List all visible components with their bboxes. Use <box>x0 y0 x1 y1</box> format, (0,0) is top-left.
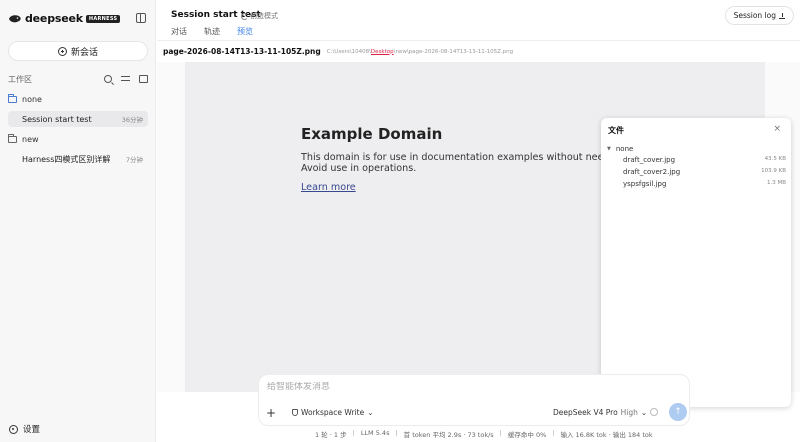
session-item-session-start-test[interactable]: Session start test 36分钟 <box>8 111 148 127</box>
cycle-icon <box>241 12 248 20</box>
path-suffix: \new\page-2026-08-14T13-13-11-105Z.png <box>393 48 514 55</box>
brand-badge: HARNESS <box>85 14 121 23</box>
plus-circle-icon <box>57 46 67 56</box>
brand-name: deepseek <box>25 12 83 25</box>
file-name: draft_cover.jpg <box>623 156 676 164</box>
download-icon <box>779 12 785 19</box>
status-separator: | <box>499 429 502 437</box>
tab-bar: 对话 轨迹 预览 <box>171 26 253 41</box>
main-header: Session start test 创造模式 对话 轨迹 预览 Session… <box>157 0 800 41</box>
folder-label: new <box>22 135 39 144</box>
close-icon[interactable]: × <box>773 124 781 134</box>
model-select[interactable]: DeepSeek V4 Pro High ⌄ <box>553 408 647 417</box>
session-log-label: Session log <box>733 11 776 20</box>
workspace-folder-none[interactable]: none <box>8 94 42 104</box>
workspace-label: 工作区 <box>8 74 32 84</box>
status-bar: 1 轮 · 1 步 | LLM 5.4s | 首 token 平均 2.9s ·… <box>315 429 653 439</box>
shield-icon <box>292 409 298 416</box>
preview-file-name: page-2026-08-14T13-13-11-105Z.png <box>163 47 321 56</box>
session-age: 36分钟 <box>121 116 143 124</box>
files-folder-label: none <box>615 145 634 153</box>
model-level: High <box>620 408 638 417</box>
chevron-down-icon: ⌄ <box>640 408 648 417</box>
message-composer: + Workspace Write ⌄ DeepSeek V4 Pro High… <box>258 374 690 426</box>
workspace-folder-new[interactable]: new <box>8 134 39 144</box>
file-size: 1.3 MB <box>766 180 786 186</box>
files-panel-title: 文件 <box>608 126 624 135</box>
file-name: yspsfgsil.jpg <box>623 180 667 188</box>
status-separator: | <box>352 429 355 437</box>
tab-preview[interactable]: 预览 <box>237 26 253 41</box>
preview-page-paragraph: This domain is for use in documentation … <box>301 152 639 174</box>
status-token: 首 token 平均 2.9s · 73 tok/s <box>403 431 494 439</box>
file-item[interactable]: draft_cover2.jpg 103.9 KB <box>623 168 786 176</box>
whale-logo-icon <box>9 14 21 22</box>
mode-tag[interactable]: 创造模式 <box>241 11 278 21</box>
session-name: Harness四模式区别详解 <box>22 154 111 164</box>
settings-label: 设置 <box>23 425 41 435</box>
new-chat-button[interactable]: 新会话 <box>8 41 148 61</box>
path-highlight: Desktop <box>370 48 394 55</box>
session-item-harness-modes[interactable]: Harness四模式区别详解 7分钟 <box>8 151 148 167</box>
add-attachment-button[interactable]: + <box>266 407 276 419</box>
model-name: DeepSeek V4 Pro <box>553 408 618 417</box>
settings-button[interactable]: 设置 <box>9 423 40 435</box>
session-log-button[interactable]: Session log <box>724 6 794 25</box>
paragraph-line-2: Avoid use in operations. <box>301 163 417 174</box>
send-button[interactable]: ↑ <box>669 403 687 421</box>
workspace-header: 工作区 <box>8 73 148 85</box>
caret-down-icon: ▼ <box>607 146 611 152</box>
file-size: 103.9 KB <box>761 168 786 174</box>
folder-icon <box>8 134 17 143</box>
search-icon[interactable] <box>104 75 112 83</box>
status-turns: 1 轮 · 1 步 <box>315 431 347 439</box>
preview-file-bar: page-2026-08-14T13-13-11-105Z.png C:\Use… <box>157 40 800 62</box>
mode-tag-label: 创造模式 <box>250 12 278 20</box>
sidebar-toggle-icon[interactable] <box>136 13 146 23</box>
brand-logo[interactable]: deepseek HARNESS <box>8 12 121 25</box>
status-llm: LLM 5.4s <box>360 429 390 437</box>
new-chat-label: 新会话 <box>70 47 98 58</box>
new-folder-icon[interactable] <box>139 75 148 83</box>
status-cache: 缓存命中 0% <box>507 431 547 439</box>
preview-page-title: Example Domain <box>301 125 443 143</box>
tab-trace[interactable]: 轨迹 <box>204 26 220 41</box>
folder-label: none <box>22 95 42 104</box>
preview-page-link: Learn more <box>301 182 356 193</box>
files-panel: 文件 × ▼ none draft_cover.jpg 43.5 KB draf… <box>601 118 791 407</box>
tab-chat[interactable]: 对话 <box>171 26 187 41</box>
session-age: 7分钟 <box>125 156 143 164</box>
message-input[interactable] <box>267 382 677 392</box>
stop-icon[interactable] <box>650 408 658 416</box>
sidebar: deepseek HARNESS 新会话 工作区 none Session st… <box>0 0 156 442</box>
preview-file-path: C:\Users\10408\Desktop\new\page-2026-08-… <box>327 49 513 55</box>
filter-sliders-icon[interactable] <box>121 75 130 83</box>
permission-mode-label: Workspace Write <box>301 408 365 417</box>
status-separator: | <box>395 429 398 437</box>
session-name: Session start test <box>22 114 92 124</box>
file-item[interactable]: yspsfgsil.jpg 1.3 MB <box>623 180 786 188</box>
permission-mode-select[interactable]: Workspace Write ⌄ <box>292 408 373 417</box>
files-folder-none[interactable]: ▼ none <box>607 145 633 154</box>
path-prefix: C:\Users\10408\ <box>326 48 371 55</box>
status-io: 输入 16.8K tok · 输出 184 tok <box>560 431 653 439</box>
chevron-down-icon: ⌄ <box>367 408 374 417</box>
file-size: 43.5 KB <box>764 156 786 162</box>
status-separator: | <box>552 429 555 437</box>
gear-icon <box>9 424 18 434</box>
file-item[interactable]: draft_cover.jpg 43.5 KB <box>623 156 786 164</box>
folder-icon <box>8 94 17 103</box>
file-name: draft_cover2.jpg <box>623 168 681 176</box>
paragraph-line-1: This domain is for use in documentation … <box>301 152 640 163</box>
